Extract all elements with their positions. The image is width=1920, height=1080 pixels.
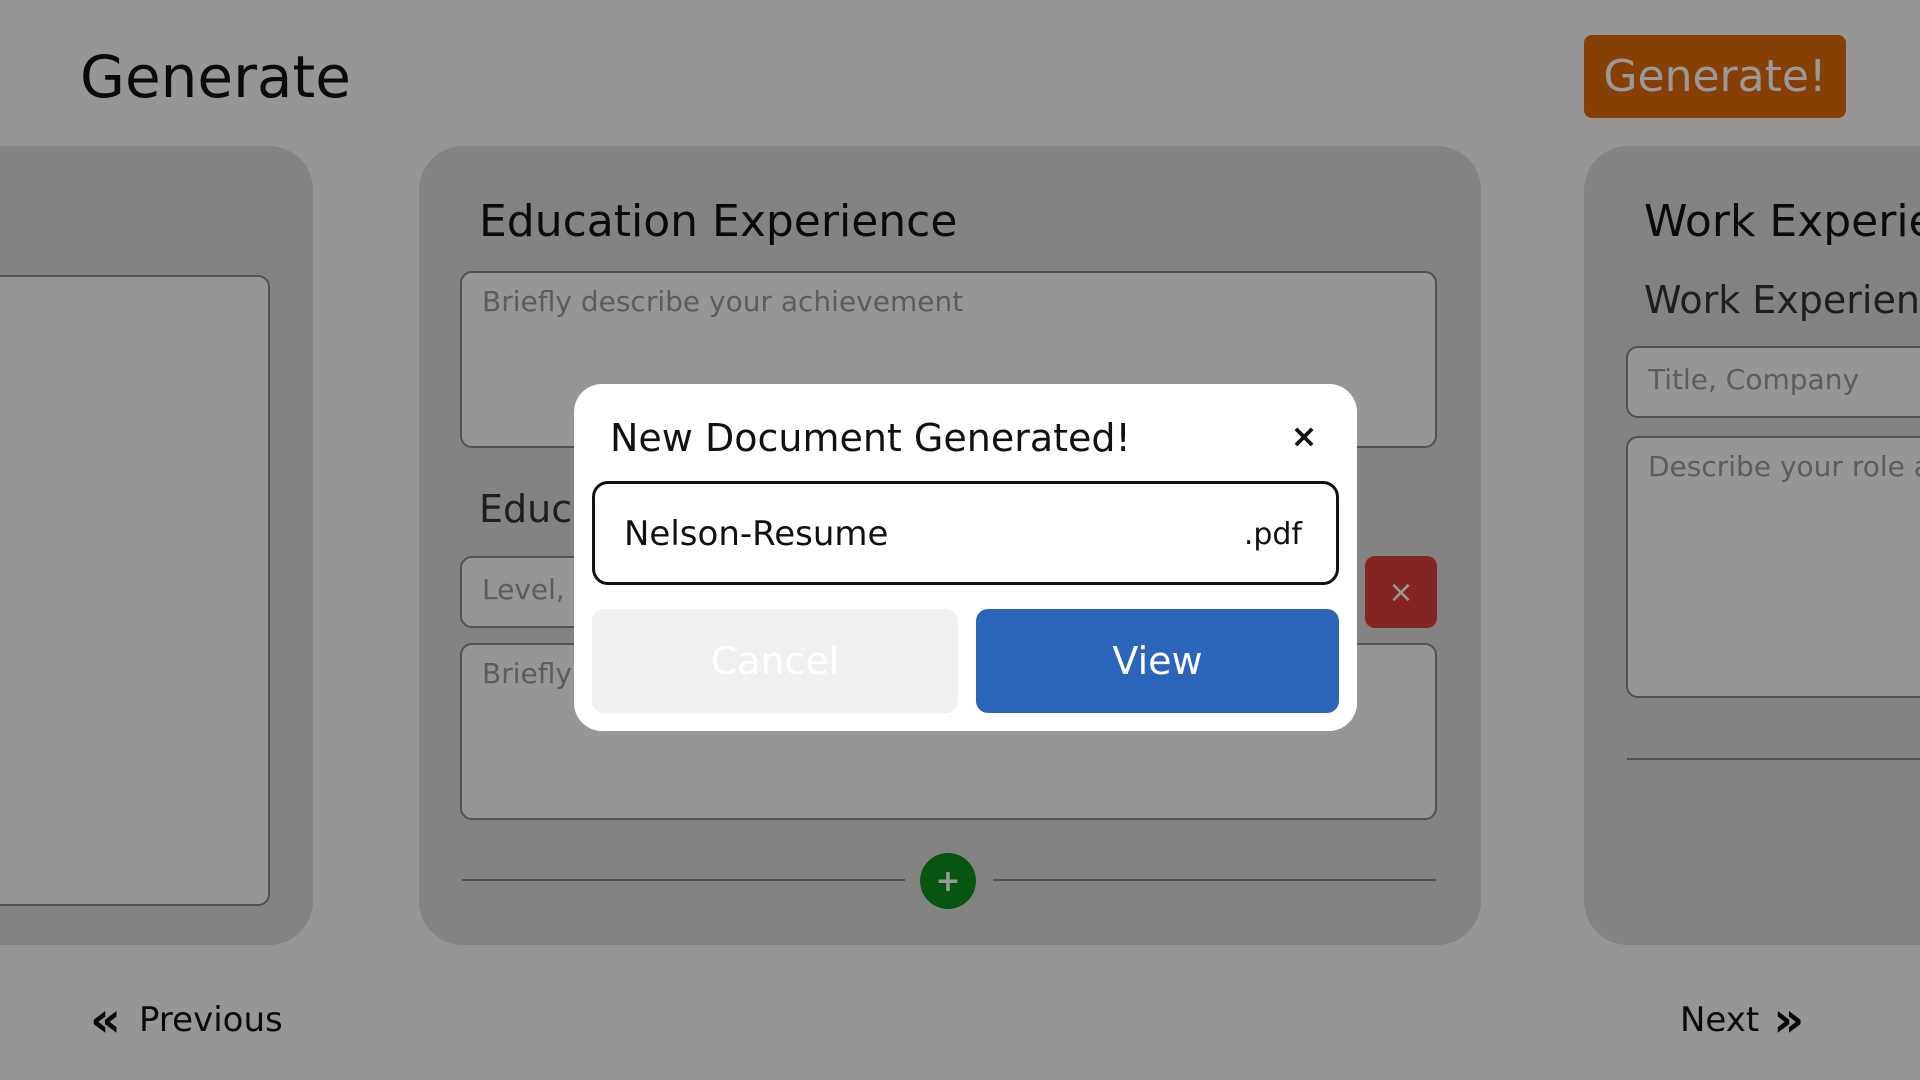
file-extension: .pdf bbox=[1243, 517, 1302, 552]
cancel-button[interactable]: Cancel bbox=[592, 609, 958, 713]
filename-value: Nelson-Resume bbox=[624, 514, 889, 554]
modal-close-button[interactable]: × bbox=[1280, 412, 1328, 460]
close-icon: × bbox=[1290, 417, 1318, 455]
generated-document-modal: New Document Generated! × Nelson-Resume … bbox=[574, 384, 1357, 731]
view-button[interactable]: View bbox=[976, 609, 1339, 713]
modal-title: New Document Generated! bbox=[610, 416, 1131, 460]
filename-field[interactable]: Nelson-Resume .pdf bbox=[592, 481, 1339, 585]
